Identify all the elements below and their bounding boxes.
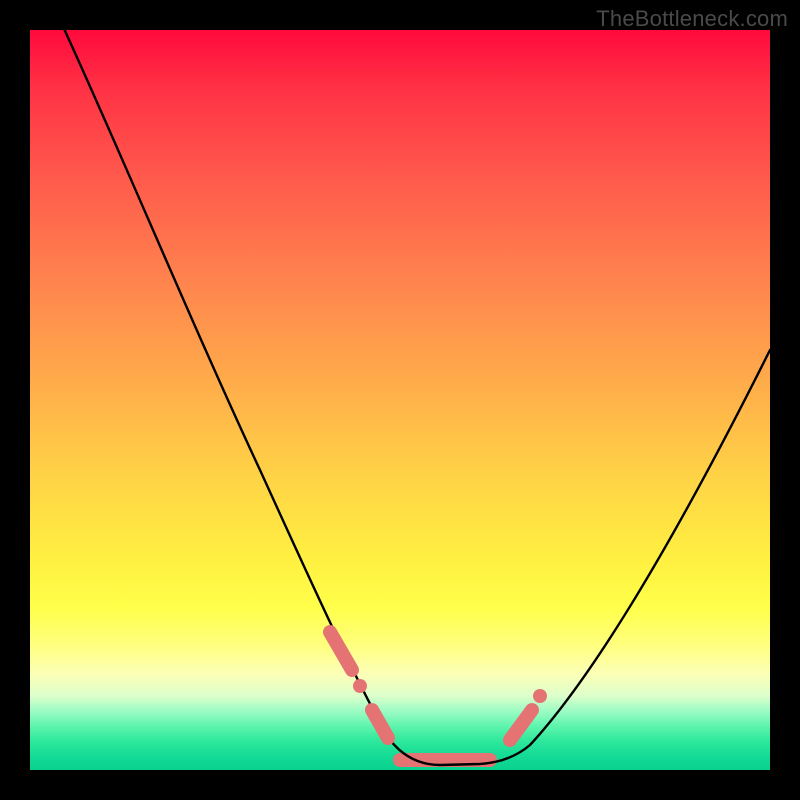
marker-left-dot	[353, 679, 367, 693]
marker-right-dot	[533, 689, 547, 703]
plot-area	[30, 30, 770, 770]
marker-left-upper-segment	[330, 632, 352, 670]
chart-frame: TheBottleneck.com	[0, 0, 800, 800]
marker-left-lower-segment	[372, 710, 388, 738]
marker-right-lower-segment	[510, 710, 532, 740]
bottleneck-curve	[60, 30, 770, 765]
bottleneck-curve-svg	[30, 30, 770, 770]
watermark-text: TheBottleneck.com	[596, 6, 788, 32]
